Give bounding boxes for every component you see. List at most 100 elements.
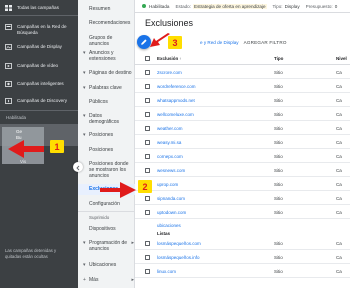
table-row: weasy.mi.sa Sitio Ca bbox=[135, 137, 350, 149]
menu-item-placements-group[interactable]: ▾ Posiciones bbox=[78, 132, 135, 138]
video-campaign-icon bbox=[5, 63, 12, 69]
level-cell: Ca bbox=[336, 269, 342, 274]
type-cell: Sitio bbox=[274, 241, 283, 246]
nav-item-display-campaigns[interactable]: Campañas de Display bbox=[0, 44, 78, 50]
caret-down-icon: ▾ bbox=[83, 113, 86, 119]
type-cell: Sitio bbox=[274, 182, 283, 187]
table-row: uptodown.com Sitio Ca bbox=[135, 207, 350, 219]
menu-item-ads-extensions[interactable]: ▾ Anuncios y extensiones bbox=[78, 50, 135, 62]
table-row: 2scrore.com Sitio Ca bbox=[135, 67, 350, 79]
row-checkbox[interactable] bbox=[145, 168, 150, 173]
level-cell: Ca bbox=[336, 84, 342, 89]
table-row: ubicaciones bbox=[135, 219, 350, 231]
menu-item-ad-groups[interactable]: Grupos de anuncios bbox=[78, 35, 135, 47]
exclusion-link[interactable]: losmáspequeños.info bbox=[157, 255, 200, 260]
menu-item-label: Recomendaciones bbox=[89, 20, 131, 26]
table-row: sipnanda.com Sitio Ca bbox=[135, 193, 350, 205]
exclusion-link[interactable]: sipnanda.com bbox=[157, 196, 185, 201]
status-key: Estado: bbox=[175, 3, 192, 9]
exclusion-link[interactable]: ubicaciones bbox=[157, 223, 181, 228]
table-row: wellcomeluxe.com Sitio Ca bbox=[135, 109, 350, 121]
level-cell: Ca bbox=[336, 196, 342, 201]
budget-key: Presupuesto: bbox=[305, 3, 333, 9]
add-filter-button[interactable]: AGREGAR FILTRO bbox=[244, 40, 287, 45]
collapse-nav-button[interactable] bbox=[73, 162, 83, 172]
row-checkbox[interactable] bbox=[145, 241, 150, 246]
status-dot-icon bbox=[142, 4, 146, 8]
status-text: Habilitada bbox=[149, 3, 170, 9]
menu-item-devices[interactable]: Dispositivos bbox=[78, 226, 135, 232]
row-checkbox[interactable] bbox=[145, 154, 150, 159]
column-header-exclusion[interactable]: Exclusión↑ bbox=[157, 56, 181, 61]
level-cell: Ca bbox=[336, 112, 342, 117]
nav-item-all-campaigns[interactable]: Todas las campañas bbox=[0, 5, 78, 11]
type-cell: Sitio bbox=[274, 196, 283, 201]
row-checkbox[interactable] bbox=[145, 255, 150, 260]
status-value[interactable]: Estrategia de oferta en aprendizaje bbox=[193, 3, 267, 9]
menu-item-audiences[interactable]: Públicos bbox=[78, 99, 135, 105]
type-cell: Sitio bbox=[274, 84, 283, 89]
row-checkbox[interactable] bbox=[145, 210, 150, 215]
page-menu: Resumen Recomendaciones Grupos de anunci… bbox=[78, 0, 135, 288]
exclusion-link[interactable]: uptodown.com bbox=[157, 210, 186, 215]
nav-item-video-campaigns[interactable]: Campañas de vídeo bbox=[0, 63, 78, 69]
sort-up-icon: ↑ bbox=[179, 56, 182, 61]
exclusion-link[interactable]: wellcomeluxe.com bbox=[157, 112, 194, 117]
nav-section-label: Habilitada bbox=[6, 115, 27, 120]
exclusion-link[interactable]: weather.com bbox=[157, 126, 183, 131]
exclusion-link[interactable]: whatsappmods.net bbox=[157, 98, 195, 103]
menu-item-locations[interactable]: ▾ Ubicaciones bbox=[78, 262, 135, 268]
row-checkbox[interactable] bbox=[145, 112, 150, 117]
menu-item-demographics[interactable]: ▾ Datos demográficos bbox=[78, 113, 135, 125]
menu-item-placements[interactable]: Posiciones bbox=[78, 147, 135, 153]
type-value: Display bbox=[284, 3, 300, 9]
menu-item-keywords[interactable]: ▾ Palabras clave bbox=[78, 85, 135, 91]
red-arrow-annotation-1 bbox=[8, 140, 44, 158]
row-checkbox[interactable] bbox=[145, 269, 150, 274]
row-checkbox[interactable] bbox=[145, 98, 150, 103]
level-cell: Ca bbox=[336, 182, 342, 187]
row-checkbox[interactable] bbox=[145, 84, 150, 89]
table-row: uprop.com Sitio Ca bbox=[135, 179, 350, 191]
nav-item-label: Campañas de Discovery bbox=[17, 98, 68, 103]
type-cell: Sitio bbox=[274, 126, 283, 131]
exclusion-link[interactable]: losmáspequeños.com bbox=[157, 241, 201, 246]
exclusion-link[interactable]: wesnews.com bbox=[157, 168, 185, 173]
select-all-checkbox[interactable] bbox=[145, 56, 150, 61]
caret-down-icon: + bbox=[83, 277, 86, 283]
level-cell: Ca bbox=[336, 168, 342, 173]
exclusion-link[interactable]: uprop.com bbox=[157, 182, 178, 187]
lists-section-header: Listas bbox=[157, 231, 171, 236]
menu-item-label: Ubicaciones bbox=[89, 262, 117, 268]
menu-item-summary[interactable]: Resumen bbox=[78, 6, 135, 12]
exclusion-link[interactable]: wordreference.com bbox=[157, 84, 196, 89]
filter-chip[interactable]: e y Red de Display bbox=[200, 40, 239, 45]
menu-item-recommendations[interactable]: Recomendaciones bbox=[78, 20, 135, 26]
row-checkbox[interactable] bbox=[145, 140, 150, 145]
nav-item-discovery-campaigns[interactable]: Campañas de Discovery bbox=[0, 98, 78, 104]
exclusion-link[interactable]: 2scrore.com bbox=[157, 70, 182, 75]
menu-item-ad-schedule[interactable]: ▾ Programación de anuncios ▸ bbox=[78, 240, 135, 252]
red-arrow-annotation-2 bbox=[100, 182, 136, 198]
nav-item-search-campaigns[interactable]: Campañas en la Red de Búsqueda bbox=[0, 24, 78, 35]
menu-item-where-ads-showed[interactable]: Posiciones donde se mostraron los anunci… bbox=[78, 161, 135, 179]
row-checkbox[interactable] bbox=[145, 196, 150, 201]
row-checkbox[interactable] bbox=[145, 126, 150, 131]
nav-item-smart-campaigns[interactable]: Campañas inteligentes bbox=[0, 81, 78, 87]
caret-down-icon: ▾ bbox=[83, 50, 86, 56]
exclusion-link[interactable]: weasy.mi.sa bbox=[157, 140, 181, 145]
chevron-left-icon bbox=[75, 158, 81, 176]
row-checkbox[interactable] bbox=[145, 70, 150, 75]
nav-item-label: Campañas inteligentes bbox=[17, 81, 64, 86]
exclusion-link[interactable]: cornepx.com bbox=[157, 154, 183, 159]
table-row: wordreference.com Sitio Ca bbox=[135, 81, 350, 93]
menu-item-landing-pages[interactable]: ▾ Páginas de destino bbox=[78, 70, 135, 76]
column-header-level[interactable]: Nivel bbox=[336, 56, 347, 61]
menu-item-more[interactable]: + Más ▸ bbox=[78, 277, 135, 283]
menu-item-label: Posiciones bbox=[89, 147, 114, 153]
column-header-type[interactable]: Tipo bbox=[274, 56, 283, 61]
exclusion-link[interactable]: linux.com bbox=[157, 269, 176, 274]
type-cell: Sitio bbox=[274, 154, 283, 159]
nav-item-label: Todas las campañas bbox=[17, 5, 59, 10]
annotation-badge-3: 3 bbox=[168, 36, 182, 49]
